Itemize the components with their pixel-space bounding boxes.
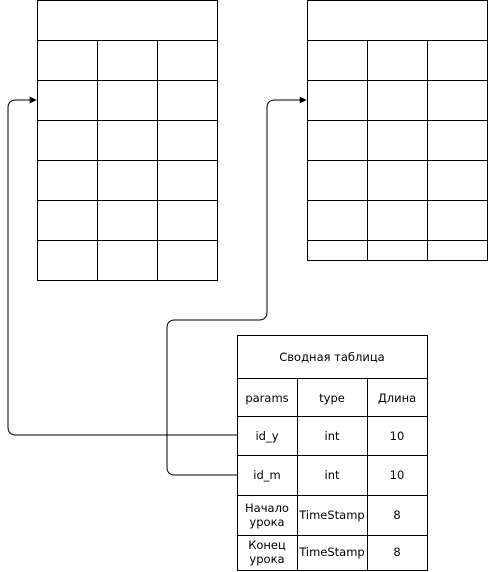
header-length: Длина — [378, 391, 416, 405]
left-table-border — [37, 0, 218, 281]
cell-id-y-length: 10 — [390, 429, 405, 443]
diagram-svg: Сводная таблица params type Длина id_y i… — [7, 0, 488, 571]
cell-lesson-end-param-line2: урока — [249, 552, 284, 566]
summary-table: Сводная таблица params type Длина id_y i… — [237, 335, 428, 571]
cell-id-y-param: id_y — [255, 429, 278, 443]
cell-lesson-end-type: TimeStamp — [298, 545, 365, 559]
header-type: type — [319, 391, 345, 405]
header-params: params — [245, 391, 288, 405]
diagram-canvas: Сводная таблица params type Длина id_y i… — [0, 0, 488, 572]
cell-id-m-param: id_m — [253, 468, 280, 482]
cell-id-y-type: int — [325, 429, 340, 443]
cell-lesson-start-length: 8 — [393, 508, 400, 522]
connector-id-y-to-left-table — [7, 96, 237, 436]
right-table-border — [307, 0, 488, 261]
cell-lesson-start-type: TimeStamp — [298, 508, 365, 522]
connector-id-m-to-right-table — [166, 96, 307, 476]
cell-lesson-end-param-line1: Конец — [248, 538, 286, 552]
cell-lesson-start-param-line1: Начало — [245, 501, 289, 515]
cell-id-m-type: int — [325, 468, 340, 482]
left-table — [37, 0, 218, 281]
cell-lesson-end-length: 8 — [393, 545, 400, 559]
cell-id-m-length: 10 — [390, 468, 405, 482]
summary-table-title: Сводная таблица — [279, 350, 384, 364]
right-table — [307, 0, 488, 261]
cell-lesson-start-param-line2: урока — [249, 515, 284, 529]
